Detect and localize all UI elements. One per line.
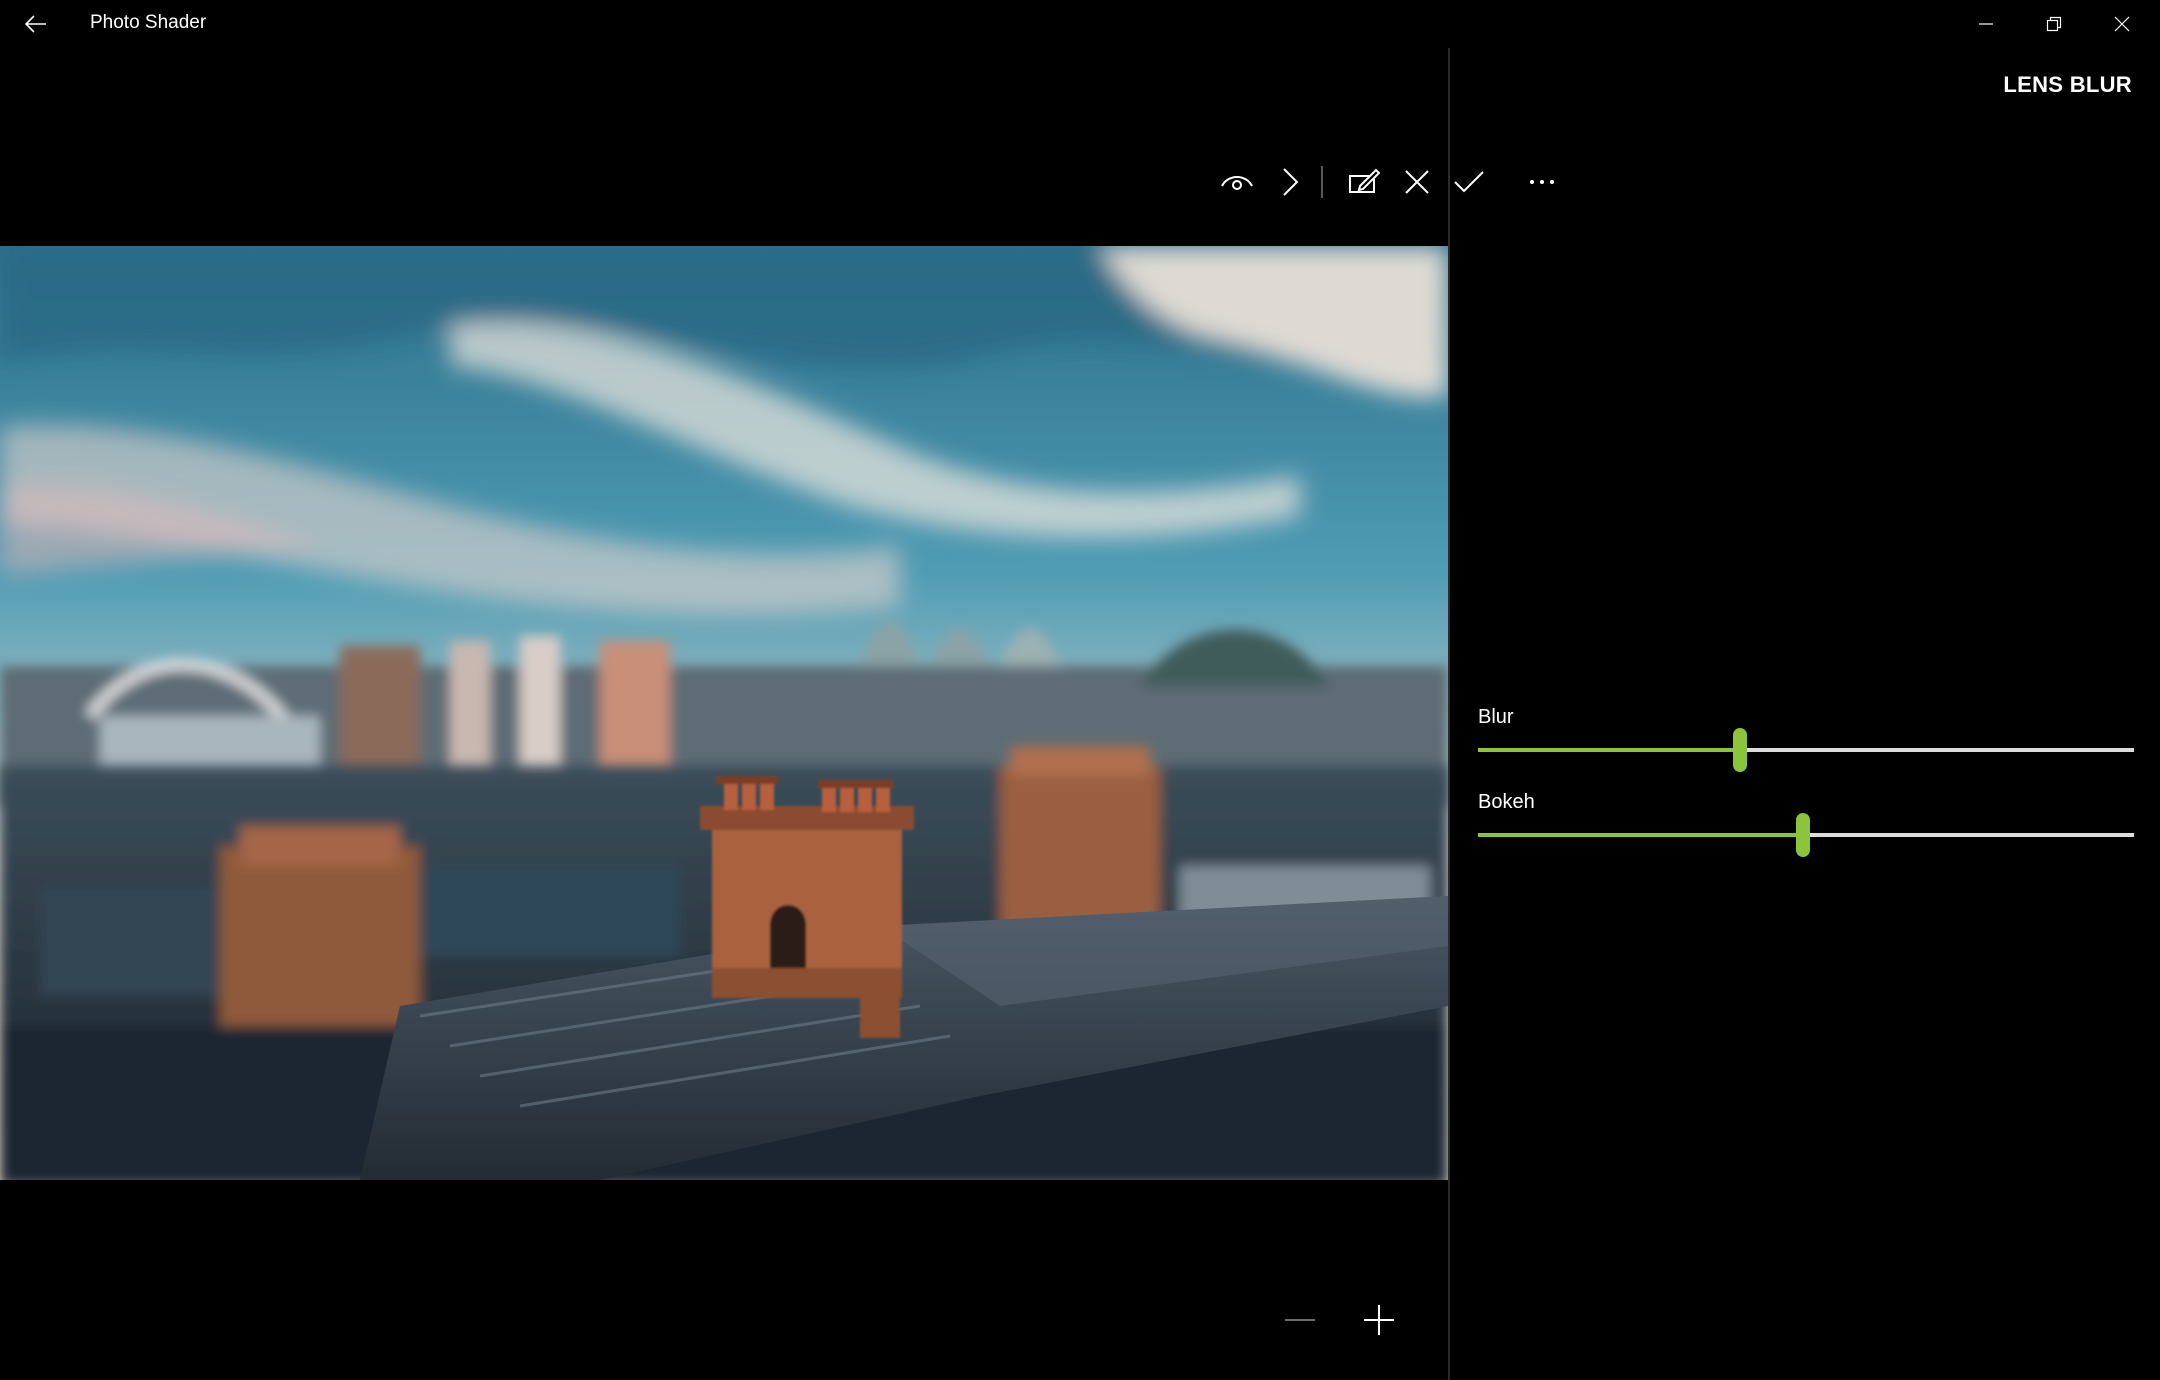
edit-mask-button[interactable] (1336, 154, 1392, 210)
toolbar-separator (1321, 166, 1323, 198)
next-button[interactable] (1262, 154, 1318, 210)
back-button[interactable] (16, 6, 56, 42)
restore-icon (2046, 16, 2062, 32)
effect-panel: LENS BLUR Blur Bokeh (1221, 48, 2160, 1380)
preview-button[interactable] (1209, 154, 1265, 210)
photo-image (0, 246, 1448, 1180)
edit-icon (1349, 168, 1380, 193)
chevron-right-icon (1283, 168, 1299, 196)
blur-slider[interactable] (1478, 728, 2134, 772)
canvas-area[interactable] (0, 48, 1448, 1380)
minus-icon (1285, 1319, 1315, 1321)
blur-slider-thumb[interactable] (1733, 728, 1748, 772)
zoom-in-button[interactable] (1351, 1292, 1407, 1348)
effect-toolbar (1221, 154, 2160, 210)
restore-button[interactable] (2020, 0, 2088, 48)
close-window-button[interactable] (2088, 0, 2156, 48)
app-title: Photo Shader (90, 12, 207, 33)
back-arrow-icon (25, 15, 46, 33)
eye-icon (1221, 176, 1253, 190)
bokeh-slider-fill (1478, 833, 1803, 837)
bokeh-slider[interactable] (1478, 813, 2134, 857)
apply-button[interactable] (1441, 154, 1497, 210)
more-icon (1530, 180, 1554, 184)
cancel-button[interactable] (1389, 154, 1445, 210)
checkmark-icon (1454, 171, 1484, 193)
more-button[interactable] (1514, 154, 1570, 210)
bokeh-label: Bokeh (1478, 791, 1535, 813)
minimize-icon (1979, 23, 1993, 25)
close-icon (1405, 170, 1429, 194)
blur-slider-fill (1478, 748, 1741, 752)
title-bar: Photo Shader (0, 0, 2160, 48)
panel-title: LENS BLUR (2003, 72, 2132, 97)
zoom-out-button[interactable] (1272, 1292, 1328, 1348)
close-icon (2114, 16, 2130, 32)
bokeh-slider-thumb[interactable] (1795, 813, 1810, 857)
blur-label: Blur (1478, 706, 1514, 728)
photo-preview[interactable] (0, 246, 1448, 1180)
minimize-button[interactable] (1952, 0, 2020, 48)
plus-icon (1364, 1305, 1394, 1335)
